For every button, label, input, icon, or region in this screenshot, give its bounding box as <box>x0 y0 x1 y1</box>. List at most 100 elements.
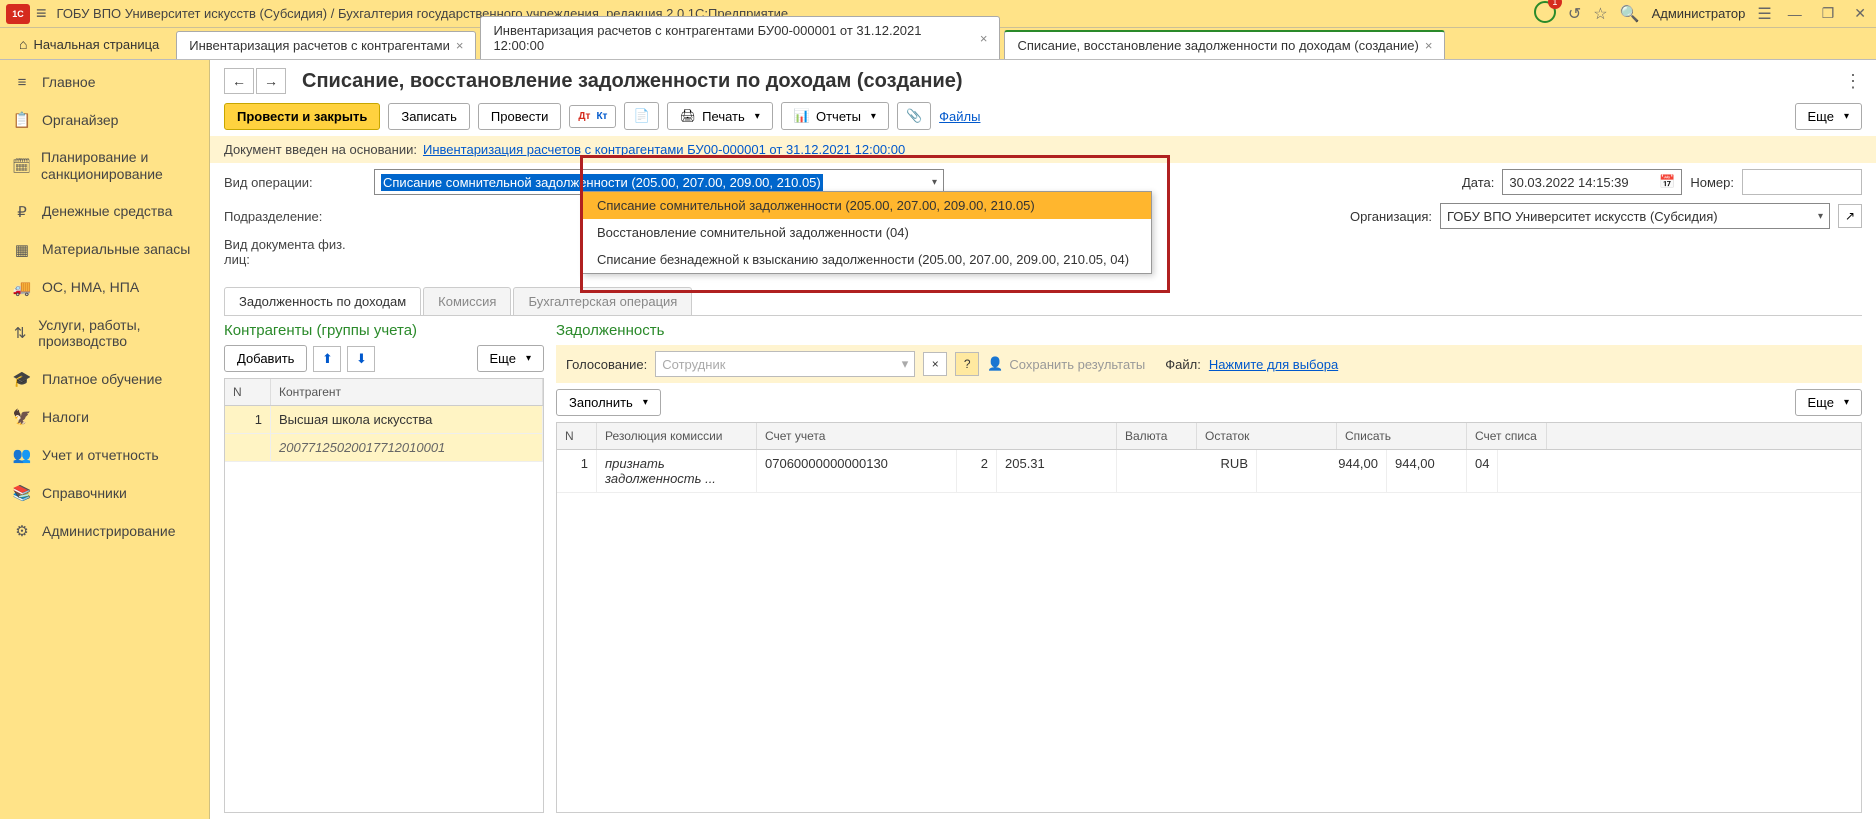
sidebar-item-taxes[interactable]: 🦅Налоги <box>0 398 209 436</box>
contractors-title: Контрагенты (группы учета) <box>224 322 544 339</box>
user-label[interactable]: Администратор <box>1652 6 1746 21</box>
materials-icon: ▦ <box>12 241 32 259</box>
dropdown-option[interactable]: Восстановление сомнительной задолженност… <box>583 219 1151 246</box>
gear-icon: ⚙ <box>12 522 32 540</box>
notifications-icon[interactable]: 1 <box>1534 1 1556 26</box>
main-icon: ≡ <box>12 74 32 91</box>
col-n: N <box>225 379 271 405</box>
post-button[interactable]: Провести <box>478 103 562 130</box>
sidebar-item-main[interactable]: ≡Главное <box>0 64 209 101</box>
forward-button[interactable]: → <box>256 68 286 94</box>
home-tab-label: Начальная страница <box>33 37 159 52</box>
doc-tab-commission[interactable]: Комиссия <box>423 287 511 315</box>
org-open-button[interactable]: ↗ <box>1838 204 1862 228</box>
sidebar-item-organizer[interactable]: 📋Органайзер <box>0 101 209 139</box>
save-button[interactable]: Записать <box>388 103 470 130</box>
kebab-icon[interactable]: ⋮ <box>1844 71 1862 92</box>
debt-grid[interactable]: N Резолюция комиссии Счет учета Валюта О… <box>556 422 1862 813</box>
chevron-down-icon: ▾ <box>1818 211 1823 222</box>
tab-close-icon[interactable]: × <box>980 31 988 46</box>
add-button[interactable]: Добавить <box>224 345 307 372</box>
sidebar-item-accounting[interactable]: 👥Учет и отчетность <box>0 436 209 474</box>
tab-inventory-doc[interactable]: Инвентаризация расчетов с контрагентами … <box>480 16 1000 59</box>
sidebar: ≡Главное 📋Органайзер 🗓Планирование и сан… <box>0 60 210 819</box>
date-label: Дата: <box>1462 175 1494 190</box>
search-icon[interactable]: 🔍 <box>1620 4 1640 24</box>
voting-label: Голосование: <box>566 357 647 372</box>
debt-panel: Задолженность Голосование: Сотрудник ▾ ×… <box>556 322 1862 813</box>
chevron-down-icon: ▾ <box>932 177 937 188</box>
dropdown-option[interactable]: Списание сомнительной задолженности (205… <box>583 192 1151 219</box>
help-icon[interactable]: ? <box>955 352 979 376</box>
dropdown-option[interactable]: Списание безнадежной к взысканию задолже… <box>583 246 1151 273</box>
close-icon[interactable]: ✕ <box>1850 5 1870 22</box>
file-link[interactable]: Нажмите для выбора <box>1209 357 1338 372</box>
voting-input[interactable]: Сотрудник ▾ <box>655 351 915 377</box>
basis-label: Документ введен на основании: <box>224 142 417 157</box>
minimize-icon[interactable]: — <box>1784 6 1806 22</box>
fill-button[interactable]: Заполнить▾ <box>556 389 661 416</box>
sidebar-item-money[interactable]: ₽Денежные средства <box>0 193 209 231</box>
sidebar-item-materials[interactable]: ▦Материальные запасы <box>0 231 209 269</box>
settings-icon[interactable]: ☰ <box>1757 4 1771 24</box>
taxes-icon: 🦅 <box>12 408 32 426</box>
basis-link[interactable]: Инвентаризация расчетов с контрагентами … <box>423 142 905 157</box>
sidebar-item-os[interactable]: 🚚ОС, НМА, НПА <box>0 269 209 307</box>
basis-bar: Документ введен на основании: Инвентариз… <box>210 136 1876 163</box>
doc-tab-operation[interactable]: Бухгалтерская операция <box>513 287 692 315</box>
org-select[interactable]: ГОБУ ВПО Университет искусств (Субсидия)… <box>1440 203 1830 229</box>
sidebar-item-reference[interactable]: 📚Справочники <box>0 474 209 512</box>
tab-inventory[interactable]: Инвентаризация расчетов с контрагентами … <box>176 31 476 59</box>
reports-button[interactable]: 📊 Отчеты▾ <box>781 102 889 130</box>
toolbar: Провести и закрыть Записать Провести ДтК… <box>210 96 1876 136</box>
doc-tab-debt[interactable]: Задолженность по доходам <box>224 287 421 315</box>
home-tab[interactable]: ⌂ Начальная страница <box>6 29 172 59</box>
files-link[interactable]: Файлы <box>939 109 980 124</box>
tab-close-icon[interactable]: × <box>456 38 464 53</box>
logo-1c-icon: 1C <box>6 4 30 24</box>
topbar-right: 1 ↺ ☆ 🔍 Администратор ☰ — ❐ ✕ <box>1534 1 1870 26</box>
more-button[interactable]: Еще▾ <box>477 345 544 372</box>
table-row-sub[interactable]: 20077125020017712010001 <box>225 434 543 462</box>
tab-writeoff[interactable]: Списание, восстановление задолженности п… <box>1004 30 1445 59</box>
org-label: Организация: <box>1350 209 1432 224</box>
file-label: Файл: <box>1165 357 1201 372</box>
debit-credit-icon[interactable]: ДтКт <box>569 105 616 128</box>
back-button[interactable]: ← <box>224 68 254 94</box>
history-icon[interactable]: ↺ <box>1568 4 1581 24</box>
nav-arrows: ← → <box>224 68 286 94</box>
sidebar-item-admin[interactable]: ⚙Администрирование <box>0 512 209 550</box>
menu-icon[interactable]: ≡ <box>36 3 47 24</box>
move-down-button[interactable]: ⬇ <box>347 346 375 372</box>
tab-close-icon[interactable]: × <box>1425 38 1433 53</box>
voting-bar: Голосование: Сотрудник ▾ × ? 👤 Сохранить… <box>556 345 1862 383</box>
move-up-button[interactable]: ⬆ <box>313 346 341 372</box>
post-close-button[interactable]: Провести и закрыть <box>224 103 380 130</box>
table-row[interactable]: 1 Высшая школа искусства <box>225 406 543 434</box>
op-type-dropdown: Списание сомнительной задолженности (205… <box>582 191 1152 274</box>
attach-icon[interactable]: 📎 <box>897 102 931 130</box>
date-input[interactable]: 30.03.2022 14:15:39 📅 <box>1502 169 1682 195</box>
number-input[interactable] <box>1742 169 1862 195</box>
home-icon: ⌂ <box>19 36 27 52</box>
sidebar-item-services[interactable]: ⇅Услуги, работы, производство <box>0 307 209 361</box>
planning-icon: 🗓 <box>12 157 31 175</box>
contractors-panel: Контрагенты (группы учета) Добавить ⬆ ⬇ … <box>224 322 544 813</box>
calendar-icon: 📅 <box>1659 174 1675 190</box>
print-button[interactable]: 🖨 Печать▾ <box>667 102 773 130</box>
save-results-button[interactable]: 👤 Сохранить результаты <box>987 356 1145 372</box>
clear-button[interactable]: × <box>923 352 947 376</box>
doc-tabs: Задолженность по доходам Комиссия Бухгал… <box>224 287 1862 316</box>
star-icon[interactable]: ☆ <box>1593 4 1607 24</box>
doctype-label: Вид документа физ. лиц: <box>224 237 374 267</box>
contractors-grid[interactable]: N Контрагент 1 Высшая школа искусства 20… <box>224 378 544 813</box>
sidebar-item-education[interactable]: 🎓Платное обучение <box>0 360 209 398</box>
sidebar-item-planning[interactable]: 🗓Планирование и санкционирование <box>0 139 209 193</box>
doc-icon[interactable]: 📄 <box>624 102 658 130</box>
restore-icon[interactable]: ❐ <box>1818 5 1839 22</box>
truck-icon: 🚚 <box>12 279 32 297</box>
money-icon: ₽ <box>12 203 32 221</box>
more-button[interactable]: Еще▾ <box>1795 389 1862 416</box>
table-row[interactable]: 1 признать задолженность ... 07060000000… <box>557 450 1861 493</box>
more-button[interactable]: Еще▾ <box>1795 103 1862 130</box>
